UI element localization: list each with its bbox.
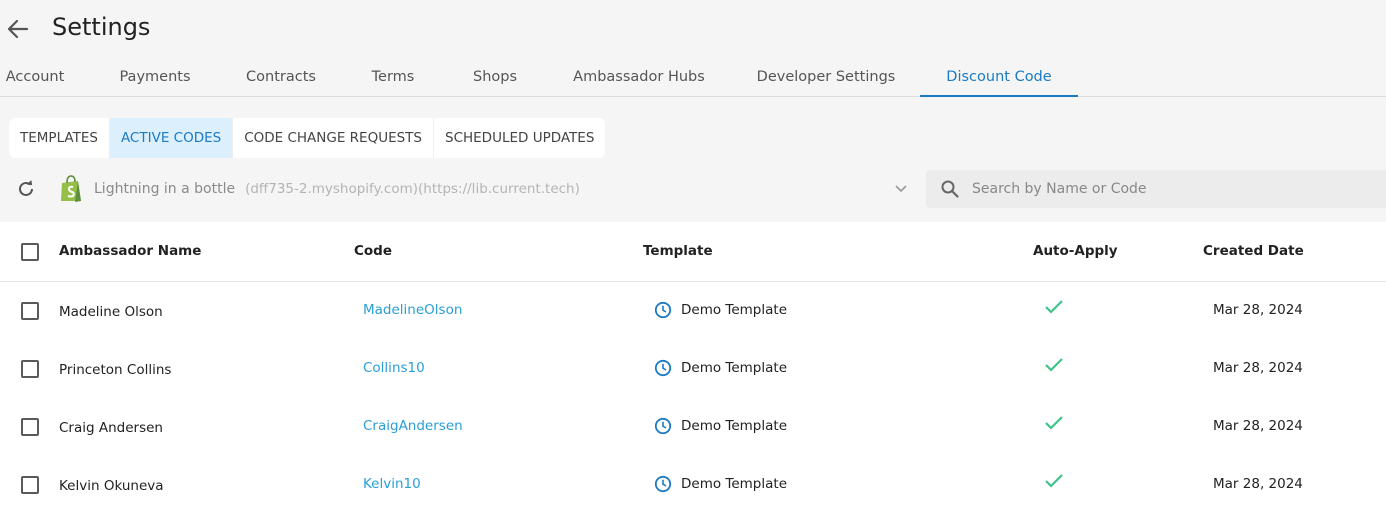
tab-discount-code[interactable]: Discount Code xyxy=(920,58,1078,97)
code-link[interactable]: MadelineOlson xyxy=(363,302,462,318)
template-cell: Demo Template xyxy=(654,301,787,319)
created-date: Mar 28, 2024 xyxy=(1213,360,1303,376)
created-date: Mar 28, 2024 xyxy=(1213,476,1303,492)
checkmark-icon xyxy=(1045,474,1063,488)
arrow-left-icon xyxy=(7,19,29,39)
column-header-auto-apply[interactable]: Auto-Apply xyxy=(1033,243,1118,259)
checkmark-icon xyxy=(1045,416,1063,430)
checkmark-icon xyxy=(1045,300,1063,314)
row-checkbox[interactable] xyxy=(21,360,39,378)
ambassador-name: Princeton Collins xyxy=(59,362,172,378)
table-row[interactable]: Madeline Olson MadelineOlson Demo Templa… xyxy=(0,282,1386,340)
column-header-code[interactable]: Code xyxy=(354,243,392,259)
clock-icon xyxy=(654,475,672,493)
template-cell: Demo Template xyxy=(654,417,787,435)
back-button[interactable] xyxy=(4,16,32,42)
checkmark-icon xyxy=(1045,358,1063,372)
template-cell: Demo Template xyxy=(654,475,787,493)
code-link[interactable]: Collins10 xyxy=(363,360,425,376)
code-link[interactable]: Kelvin10 xyxy=(363,476,421,492)
ambassador-name: Craig Andersen xyxy=(59,420,163,436)
template-cell: Demo Template xyxy=(654,359,787,377)
created-date: Mar 28, 2024 xyxy=(1213,302,1303,318)
tab-shops[interactable]: Shops xyxy=(460,58,530,96)
row-checkbox[interactable] xyxy=(21,476,39,494)
ambassador-name: Kelvin Okuneva xyxy=(59,478,164,494)
column-header-template[interactable]: Template xyxy=(643,243,713,259)
table-row[interactable]: Princeton Collins Collins10 Demo Templat… xyxy=(0,340,1386,398)
chevron-down-icon xyxy=(895,185,907,193)
template-name: Demo Template xyxy=(681,418,788,434)
refresh-icon xyxy=(19,180,33,196)
refresh-button[interactable] xyxy=(13,176,39,202)
shop-select[interactable]: Lightning in a bottle (dff735-2.myshopif… xyxy=(52,170,914,208)
template-name: Demo Template xyxy=(681,360,788,376)
tab-contracts[interactable]: Contracts xyxy=(236,58,326,96)
column-header-created-date[interactable]: Created Date xyxy=(1203,243,1304,259)
table-row[interactable]: Kelvin Okuneva Kelvin10 Demo Template Ma… xyxy=(0,456,1386,509)
table-header: Ambassador Name Code Template Auto-Apply… xyxy=(0,222,1386,282)
subtab-scheduled-updates[interactable]: SCHEDULED UPDATES xyxy=(434,118,605,158)
shopify-icon xyxy=(61,175,81,202)
select-all-checkbox[interactable] xyxy=(21,243,39,261)
code-link[interactable]: CraigAndersen xyxy=(363,418,463,434)
search-input[interactable] xyxy=(972,181,1352,197)
row-checkbox[interactable] xyxy=(21,302,39,320)
discount-subtabs: TEMPLATES ACTIVE CODES CODE CHANGE REQUE… xyxy=(9,118,606,158)
row-checkbox[interactable] xyxy=(21,418,39,436)
page-title: Settings xyxy=(52,13,151,41)
search-box xyxy=(926,170,1386,208)
tab-terms[interactable]: Terms xyxy=(356,58,430,96)
template-name: Demo Template xyxy=(681,302,788,318)
tab-payments[interactable]: Payments xyxy=(110,58,200,96)
shop-detail: (dff735-2.myshopify.com)(https://lib.cur… xyxy=(245,181,580,197)
table-row[interactable]: Craig Andersen CraigAndersen Demo Templa… xyxy=(0,398,1386,456)
clock-icon xyxy=(654,301,672,319)
created-date: Mar 28, 2024 xyxy=(1213,418,1303,434)
subtab-active-codes[interactable]: ACTIVE CODES xyxy=(109,118,234,158)
tab-ambassador-hubs[interactable]: Ambassador Hubs xyxy=(566,58,712,96)
shop-name: Lightning in a bottle xyxy=(94,181,236,197)
codes-table: Ambassador Name Code Template Auto-Apply… xyxy=(0,222,1386,509)
subtab-templates[interactable]: TEMPLATES xyxy=(9,118,110,158)
settings-tabs: Account Payments Contracts Terms Shops A… xyxy=(0,58,1386,97)
clock-icon xyxy=(654,359,672,377)
column-header-name[interactable]: Ambassador Name xyxy=(59,243,201,259)
search-icon xyxy=(940,179,960,199)
tab-developer-settings[interactable]: Developer Settings xyxy=(750,58,902,96)
clock-icon xyxy=(654,417,672,435)
page-header: Settings xyxy=(0,0,1386,58)
subtab-code-change-requests[interactable]: CODE CHANGE REQUESTS xyxy=(233,118,434,158)
tab-account[interactable]: Account xyxy=(0,58,70,96)
template-name: Demo Template xyxy=(681,476,788,492)
ambassador-name: Madeline Olson xyxy=(59,304,163,320)
